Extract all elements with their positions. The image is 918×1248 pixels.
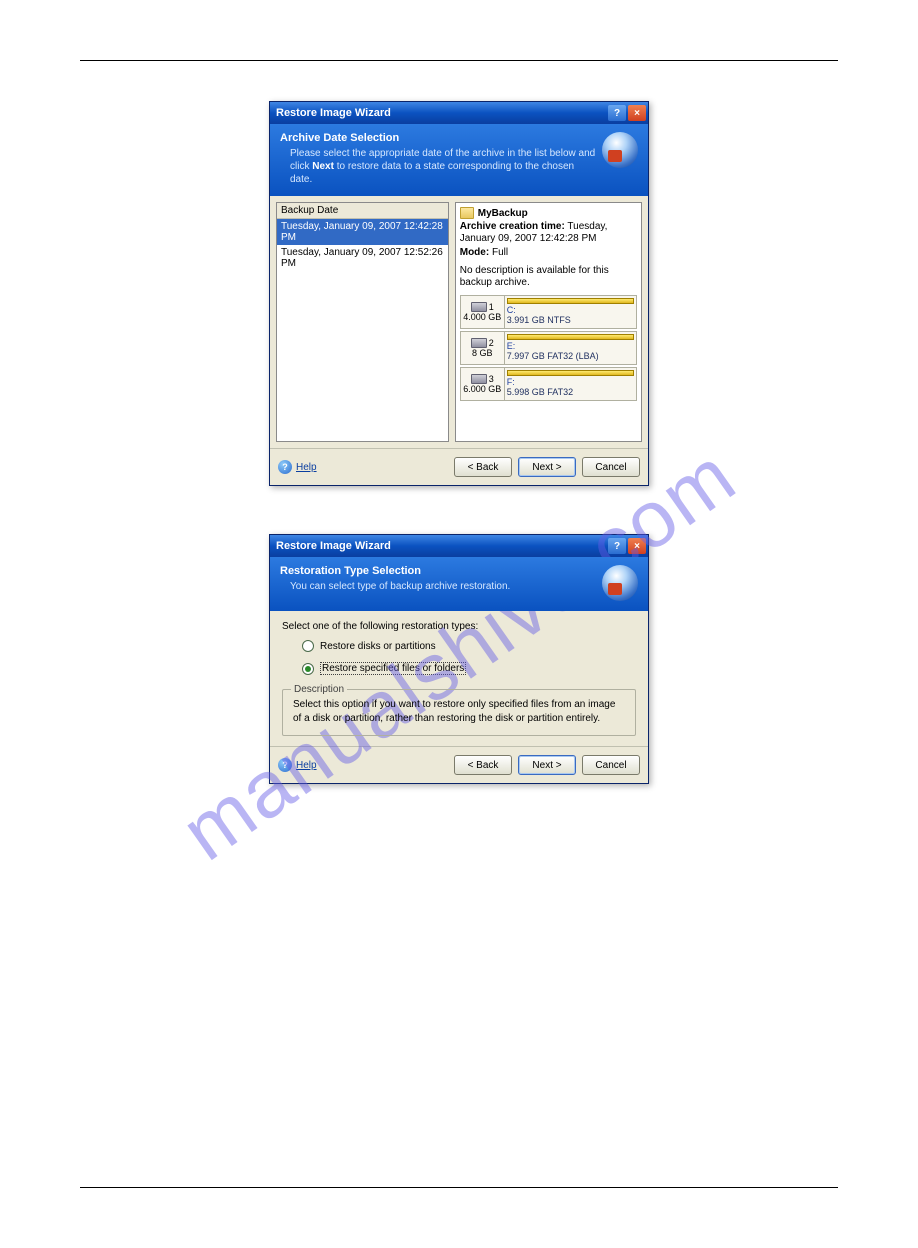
help-icon: ? (278, 460, 292, 474)
restore-wizard-dialog-2: Restore Image Wizard ? × Restoration Typ… (269, 534, 649, 784)
archive-detail-pane: MyBackup Archive creation time: Tuesday,… (455, 202, 642, 442)
next-button[interactable]: Next > (518, 755, 576, 775)
list-item[interactable]: Tuesday, January 09, 2007 12:52:26 PM (277, 245, 448, 271)
disk-layout: 1 4.000 GB C: 3.991 GB NTFS (460, 295, 637, 401)
partition-letter: E: (507, 340, 634, 351)
banner-title: Restoration Type Selection (280, 565, 596, 577)
banner-subtitle: Please select the appropriate date of th… (280, 147, 596, 186)
back-button[interactable]: < Back (454, 457, 512, 477)
dialog-footer: ? Help < Back Next > Cancel (270, 746, 648, 783)
titlebar-help-button[interactable]: ? (608, 538, 626, 554)
description-group: Description Select this option if you wa… (282, 689, 636, 736)
disk-number: 3 (489, 374, 494, 384)
titlebar[interactable]: Restore Image Wizard ? × (270, 102, 648, 124)
partition-letter: F: (507, 376, 634, 387)
titlebar-close-button[interactable]: × (628, 105, 646, 121)
banner-subtitle: You can select type of backup archive re… (280, 580, 596, 593)
restore-wizard-dialog-1: Restore Image Wizard ? × Archive Date Se… (269, 101, 649, 486)
hard-disk-icon (471, 338, 487, 348)
partition-size: 3.991 GB NTFS (507, 315, 634, 325)
disk-total-size: 4.000 GB (463, 312, 501, 322)
list-item[interactable]: Tuesday, January 09, 2007 12:42:28 PM (277, 219, 448, 245)
instruction-text: Select one of the following restoration … (282, 621, 636, 632)
backup-date-list[interactable]: Backup Date Tuesday, January 09, 2007 12… (276, 202, 449, 442)
disk-row: 1 4.000 GB C: 3.991 GB NTFS (460, 295, 637, 329)
disk-number: 2 (489, 338, 494, 348)
hard-disk-icon (471, 302, 487, 312)
radio-restore-disks[interactable]: Restore disks or partitions (302, 640, 636, 652)
radio-icon (302, 640, 314, 652)
dialog-footer: ? Help < Back Next > Cancel (270, 448, 648, 485)
titlebar-close-button[interactable]: × (628, 538, 646, 554)
help-label: Help (296, 462, 317, 473)
description-legend: Description (291, 683, 347, 697)
help-link[interactable]: ? Help (278, 460, 317, 474)
top-rule (80, 60, 838, 61)
creation-time-line: Archive creation time: Tuesday, January … (460, 221, 637, 245)
archive-icon (460, 207, 474, 219)
restoration-type-group: Restore disks or partitions Restore spec… (282, 640, 636, 675)
radio-label: Restore disks or partitions (320, 641, 436, 652)
partition-size: 5.998 GB FAT32 (507, 387, 634, 397)
disk-total-size: 8 GB (472, 348, 493, 358)
banner-title: Archive Date Selection (280, 132, 596, 144)
disk-row: 2 8 GB E: 7.997 GB FAT32 (LBA) (460, 331, 637, 365)
wizard-icon (602, 132, 638, 168)
wizard-banner: Archive Date Selection Please select the… (270, 124, 648, 196)
archive-name: MyBackup (478, 208, 528, 219)
help-link[interactable]: ? Help (278, 758, 317, 772)
list-header[interactable]: Backup Date (277, 203, 448, 219)
wizard-banner: Restoration Type Selection You can selec… (270, 557, 648, 611)
back-button[interactable]: < Back (454, 755, 512, 775)
titlebar-help-button[interactable]: ? (608, 105, 626, 121)
window-title: Restore Image Wizard (276, 107, 391, 119)
titlebar[interactable]: Restore Image Wizard ? × (270, 535, 648, 557)
hard-disk-icon (471, 374, 487, 384)
cancel-button[interactable]: Cancel (582, 755, 640, 775)
next-button[interactable]: Next > (518, 457, 576, 477)
radio-icon (302, 663, 314, 675)
wizard-icon (602, 565, 638, 601)
cancel-button[interactable]: Cancel (582, 457, 640, 477)
radio-restore-files[interactable]: Restore specified files or folders (302, 662, 636, 675)
window-title: Restore Image Wizard (276, 540, 391, 552)
help-icon: ? (278, 758, 292, 772)
description-text: Select this option if you want to restor… (293, 699, 615, 724)
no-description-text: No description is available for this bac… (460, 265, 637, 289)
partition-letter: C: (507, 304, 634, 315)
mode-line: Mode: Full (460, 247, 637, 259)
help-label: Help (296, 760, 317, 771)
disk-total-size: 6.000 GB (463, 384, 501, 394)
radio-label: Restore specified files or folders (320, 662, 466, 675)
partition-size: 7.997 GB FAT32 (LBA) (507, 351, 634, 361)
disk-number: 1 (489, 302, 494, 312)
disk-row: 3 6.000 GB F: 5.998 GB FAT32 (460, 367, 637, 401)
